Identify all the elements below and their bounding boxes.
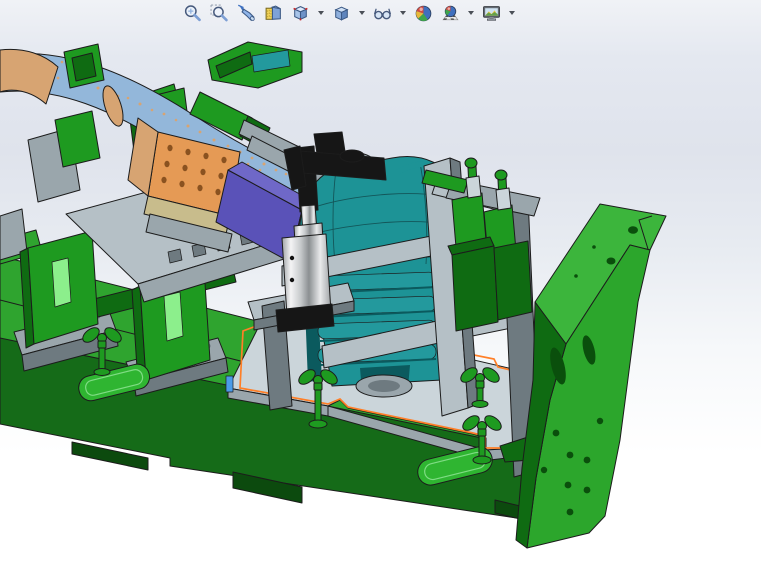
apply-scene-button[interactable] xyxy=(439,2,461,24)
view-orientation-button[interactable] xyxy=(289,2,311,24)
selected-edge[interactable] xyxy=(225,375,234,393)
shaded-cube-icon xyxy=(333,6,349,21)
chevron-down-icon xyxy=(508,11,515,15)
chevron-down-icon xyxy=(317,11,324,15)
model-scene xyxy=(0,41,667,549)
spyglass-back-icon xyxy=(237,4,255,21)
orientation-cube-icon xyxy=(292,5,308,20)
scene-sphere-icon xyxy=(441,5,459,20)
chevron-down-icon xyxy=(358,11,365,15)
edit-appearance-button[interactable] xyxy=(412,2,434,24)
duct-flange-bore xyxy=(368,380,400,392)
display-style-button[interactable] xyxy=(330,2,352,24)
zoom-to-fit-button[interactable] xyxy=(181,2,203,24)
magnifier-region-icon xyxy=(210,4,228,21)
heads-up-view-toolbar xyxy=(181,2,516,24)
hide-show-items-button[interactable] xyxy=(371,2,393,24)
section-cube-icon xyxy=(265,5,281,20)
view-orientation-dropdown[interactable] xyxy=(316,2,325,24)
apply-scene-dropdown[interactable] xyxy=(466,2,475,24)
chevron-down-icon xyxy=(399,11,406,15)
display-style-dropdown[interactable] xyxy=(357,2,366,24)
color-sphere-icon xyxy=(415,5,431,21)
eyeglasses-icon xyxy=(373,8,391,19)
chevron-down-icon xyxy=(467,11,474,15)
view-settings-dropdown[interactable] xyxy=(507,2,516,24)
section-view-button[interactable] xyxy=(262,2,284,24)
previous-view-button[interactable] xyxy=(235,2,257,24)
hide-show-items-dropdown[interactable] xyxy=(398,2,407,24)
zoom-to-area-button[interactable] xyxy=(208,2,230,24)
cad-viewport xyxy=(0,0,761,582)
view-settings-button[interactable] xyxy=(480,2,502,24)
monitor-icon xyxy=(482,5,500,21)
magnifier-icon xyxy=(184,4,201,21)
